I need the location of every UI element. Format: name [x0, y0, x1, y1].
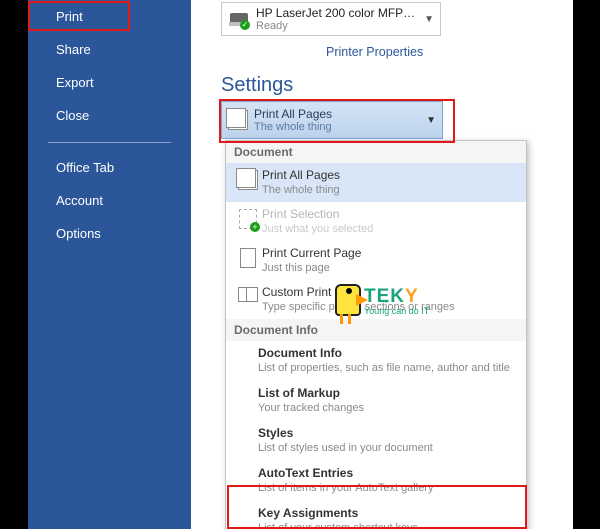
- menu-item-styles[interactable]: Styles List of styles used in your docum…: [226, 421, 526, 461]
- menu-item-autotext[interactable]: AutoText Entries List of items in your A…: [226, 461, 526, 501]
- menu-item-subtitle: Your tracked changes: [258, 401, 520, 415]
- menu-item-title: Custom Print: [262, 285, 520, 300]
- screenshot-canvas: Print Share Export Close Office Tab Acco…: [0, 0, 600, 529]
- menu-item-title: Print All Pages: [262, 168, 520, 183]
- menu-item-subtitle: Type specific pages, sections or ranges: [262, 300, 520, 314]
- what-to-print-menu: Document Print All Pages The whole thing…: [225, 140, 527, 529]
- menu-item-subtitle: List of your custom shortcut keys: [258, 521, 520, 529]
- sidebar-item-print[interactable]: Print: [28, 0, 191, 33]
- menu-item-title: Print Current Page: [262, 246, 520, 261]
- menu-item-title: AutoText Entries: [258, 465, 520, 481]
- sidebar-item-options[interactable]: Options: [28, 217, 191, 250]
- menu-item-print-current[interactable]: Print Current Page Just this page: [226, 241, 526, 280]
- printer-ready-icon: ✓: [240, 20, 250, 30]
- menu-section-document: Document: [226, 141, 526, 163]
- page-icon: [240, 248, 256, 268]
- print-pane: ✓ HP LaserJet 200 color MFP… Ready ▼ Pri…: [191, 0, 573, 529]
- menu-item-document-info[interactable]: Document Info List of properties, such a…: [226, 341, 526, 381]
- menu-item-subtitle: List of styles used in your document: [258, 441, 520, 455]
- sidebar-item-share[interactable]: Share: [28, 33, 191, 66]
- chevron-down-icon: ▼: [424, 14, 434, 25]
- printer-icon: ✓: [228, 13, 250, 26]
- menu-item-subtitle: List of properties, such as file name, a…: [258, 361, 520, 375]
- custom-print-icon: [238, 287, 258, 301]
- printer-selector[interactable]: ✓ HP LaserJet 200 color MFP… Ready ▼: [221, 2, 441, 36]
- settings-header: Settings: [221, 74, 293, 97]
- app-window: Print Share Export Close Office Tab Acco…: [28, 0, 573, 529]
- pages-icon: [228, 110, 248, 130]
- printer-name: HP LaserJet 200 color MFP…: [256, 7, 424, 20]
- menu-item-title: Key Assignments: [258, 505, 520, 521]
- sidebar-separator: [48, 142, 171, 143]
- menu-item-subtitle: Just what you selected: [262, 222, 520, 236]
- pages-icon: [238, 170, 258, 190]
- menu-item-title: Styles: [258, 425, 520, 441]
- printer-properties-link[interactable]: Printer Properties: [326, 45, 423, 59]
- menu-section-document-info: Document Info: [226, 319, 526, 341]
- menu-item-list-of-markup[interactable]: List of Markup Your tracked changes: [226, 381, 526, 421]
- sidebar-item-office-tab[interactable]: Office Tab: [28, 151, 191, 184]
- backstage-sidebar: Print Share Export Close Office Tab Acco…: [28, 0, 191, 529]
- menu-item-title: Document Info: [258, 345, 520, 361]
- what-to-print-combo[interactable]: Print All Pages The whole thing ▼: [221, 101, 443, 139]
- menu-item-subtitle: Just this page: [262, 261, 520, 275]
- printer-status: Ready: [256, 20, 424, 32]
- menu-item-subtitle: The whole thing: [262, 183, 520, 197]
- menu-item-print-all[interactable]: Print All Pages The whole thing: [226, 163, 526, 202]
- menu-item-title: Print Selection: [262, 207, 520, 222]
- chevron-down-icon: ▼: [426, 115, 442, 126]
- menu-item-title: List of Markup: [258, 385, 520, 401]
- menu-item-custom-print[interactable]: Custom Print Type specific pages, sectio…: [226, 280, 526, 319]
- menu-item-print-selection: Print Selection Just what you selected: [226, 202, 526, 241]
- sidebar-item-account[interactable]: Account: [28, 184, 191, 217]
- menu-item-key-assignments[interactable]: Key Assignments List of your custom shor…: [226, 501, 526, 529]
- combo-subtitle: The whole thing: [254, 121, 426, 134]
- sidebar-item-close[interactable]: Close: [28, 99, 191, 132]
- selection-icon: [239, 209, 257, 229]
- menu-item-subtitle: List of items in your AutoText gallery: [258, 481, 520, 495]
- combo-title: Print All Pages: [254, 107, 426, 121]
- sidebar-item-export[interactable]: Export: [28, 66, 191, 99]
